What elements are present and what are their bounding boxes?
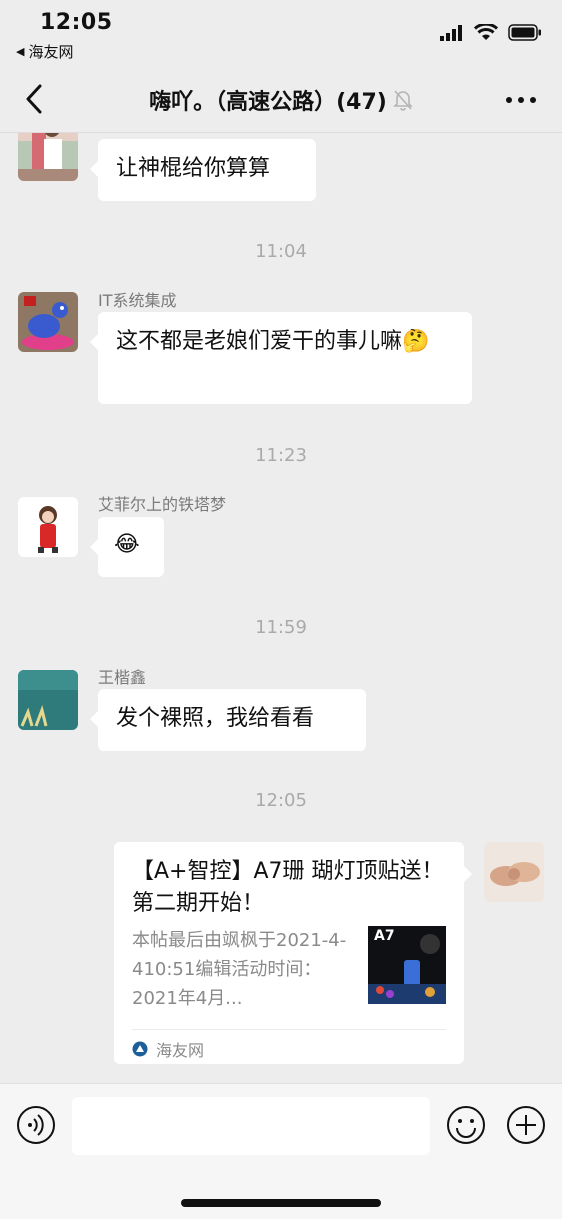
emoji-icon[interactable] [446,1105,486,1145]
signal-icon [440,24,462,41]
link-card-divider [132,1029,446,1030]
message-text: 这不都是老娘们爱干的事儿嘛🤔 [116,329,430,354]
status-icons [440,24,542,41]
message-bubble[interactable]: 这不都是老娘们爱干的事儿嘛🤔 [90,312,472,404]
mute-bell-icon [392,90,413,111]
chat-title-wrapper: 嗨吖。（高速公路）(47) [0,84,562,116]
message-bubble[interactable]: 😂 [90,517,164,577]
voice-icon[interactable] [16,1105,56,1145]
more-icon[interactable] [504,88,538,112]
message-text: 😂 [114,532,140,557]
chat-header: 嗨吖。（高速公路）(47) [0,66,562,133]
avatar[interactable] [18,670,78,730]
message-input[interactable] [72,1097,430,1155]
avatar[interactable] [18,497,78,557]
timestamp: 12:05 [255,790,307,811]
link-card-thumbnail: A7 [368,926,446,1004]
input-bar [0,1083,562,1219]
message-bubble[interactable]: 发个裸照，我给看看 [90,689,366,751]
plus-icon[interactable] [506,1105,546,1145]
sender-name: IT系统集成 [98,291,177,310]
link-card-source: 海友网 [132,1037,204,1061]
link-card-source-name: 海友网 [156,1041,205,1060]
link-card[interactable]: 【A+智控】A7珊 瑚灯顶贴送！第二期开始！ 本帖最后由飒枫于2021-4-41… [114,842,472,1064]
link-card-title: 【A+智控】A7珊 瑚灯顶贴送！第二期开始！ [132,859,444,916]
avatar[interactable] [18,292,78,352]
message-bubble[interactable]: 让神棍给你算算 [90,139,316,201]
sender-name: 王楷鑫 [98,668,147,687]
back-triangle-icon: ◀ [16,45,25,58]
wifi-icon [474,24,498,40]
sender-name-text: 艾菲尔上的铁塔梦 [98,495,227,514]
home-indicator [181,1199,381,1207]
timestamp: 11:23 [255,445,307,466]
sender-name: 艾菲尔上的铁塔梦 [98,491,226,515]
timestamp: 11:59 [255,617,307,638]
source-logo-icon [132,1041,148,1057]
status-bar: 12:05 ◀ 海友网 [0,0,562,66]
avatar[interactable] [18,133,78,181]
status-time: 12:05 [40,10,113,35]
back-app-label: 海友网 [28,43,74,61]
chat-title: 嗨吖。（高速公路）(47) [149,90,387,115]
message-text: 让神棍给你算算 [116,156,271,181]
my-avatar[interactable] [484,842,544,902]
link-card-thumb-label: A7 [374,928,395,944]
battery-icon [508,24,541,41]
back-to-app-link[interactable]: ◀ 海友网 [16,41,73,62]
message-text: 发个裸照，我给看看 [116,706,315,731]
link-card-description: 本帖最后由飒枫于2021-4-410:51编辑活动时间：2021年4月... [132,930,347,1009]
timestamp: 11:04 [255,241,307,262]
chat-messages[interactable]: 让神棍给你算算 11:04 IT系统集成 这不都是老娘们爱干的事儿嘛🤔 11:2… [0,133,562,1083]
